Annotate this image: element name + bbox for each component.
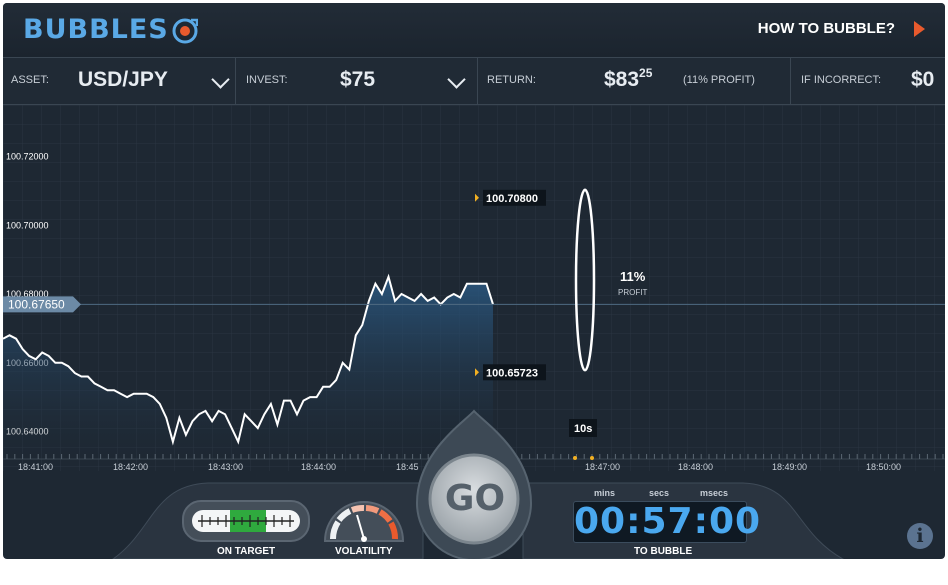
timer-unit-secs: secs <box>649 488 670 498</box>
timer-unit-mins: mins <box>594 488 616 498</box>
return-label: RETURN: <box>487 74 536 86</box>
invest-value: $75 <box>340 68 376 91</box>
upper-bound-value: 100.70800 <box>486 193 538 205</box>
on-target-ruler <box>198 515 294 527</box>
upper-bound-tag: 100.70800 <box>475 189 546 206</box>
lower-bound-value: 100.65723 <box>486 367 538 379</box>
x-tick-label: 18:43:00 <box>208 462 243 471</box>
target-icon <box>172 18 198 44</box>
x-tick-label: 18:50:00 <box>866 462 901 471</box>
volatility-gauge <box>323 501 405 542</box>
return-profit: (11% PROFIT) <box>683 74 755 86</box>
timer-unit-msecs: msecs <box>700 488 729 498</box>
volatility-label: VOLATILITY <box>335 546 393 557</box>
x-tick-label: 18:42:00 <box>113 462 148 471</box>
x-tick-label: 18:47:00 <box>585 462 620 471</box>
chevron-down-icon[interactable] <box>211 70 230 89</box>
y-tick-label: 100.72000 <box>6 152 49 162</box>
countdown-tag: 10s <box>574 423 592 435</box>
lower-bound-tag: 100.65723 <box>475 364 546 381</box>
invest-selector[interactable]: INVEST: $75 <box>236 58 478 104</box>
on-target-label: ON TARGET <box>217 546 276 557</box>
asset-label: ASSET: <box>11 74 49 86</box>
y-tick-label: 100.70000 <box>6 220 49 230</box>
x-tick-label: 18:44:00 <box>301 462 336 471</box>
profit-percent: 11% <box>620 269 646 284</box>
info-icon[interactable]: i <box>907 523 933 549</box>
logo-text: BUBBLES <box>23 14 169 45</box>
how-to-bubble-link[interactable]: HOW TO BUBBLE? <box>758 20 895 37</box>
invest-label: INVEST: <box>246 74 288 86</box>
x-tick-label: 18:49:00 <box>772 462 807 471</box>
profit-label: PROFIT <box>618 288 647 297</box>
if-incorrect-panel: IF INCORRECT: $0 <box>791 58 945 104</box>
trade-toolbar: ASSET: USD/JPY INVEST: $75 RETURN: $8325… <box>3 58 945 105</box>
chevron-down-icon[interactable] <box>447 70 466 89</box>
on-target-gauge <box>182 500 310 542</box>
app-frame: BUBBLES HOW TO BUBBLE? ASSET: USD/JPY IN… <box>3 3 945 559</box>
if-incorrect-label: IF INCORRECT: <box>801 74 882 86</box>
asset-selector[interactable]: ASSET: USD/JPY <box>3 58 236 104</box>
x-tick-label: 18:41:00 <box>18 462 53 471</box>
control-console: ON TARGET VOLATILITY GO mins secs msecs … <box>3 409 945 559</box>
countdown-timer: 00:57:00 <box>573 501 762 543</box>
return-panel: RETURN: $8325 (11% PROFIT) <box>478 58 791 104</box>
start-marker-icon <box>573 456 577 460</box>
go-button[interactable]: GO <box>430 478 520 522</box>
asset-value: USD/JPY <box>78 68 168 91</box>
x-tick-label: 18:48:00 <box>678 462 713 471</box>
header-bar: BUBBLES HOW TO BUBBLE? <box>3 3 945 58</box>
to-bubble-label: TO BUBBLE <box>634 546 693 557</box>
current-price-tag: 100.67650 <box>3 296 81 313</box>
play-arrow-icon[interactable] <box>914 21 925 37</box>
current-price-value: 100.67650 <box>8 297 65 311</box>
if-incorrect-value: $0 <box>911 68 935 91</box>
return-value: $8325 <box>604 66 653 91</box>
end-marker-icon <box>590 456 594 460</box>
